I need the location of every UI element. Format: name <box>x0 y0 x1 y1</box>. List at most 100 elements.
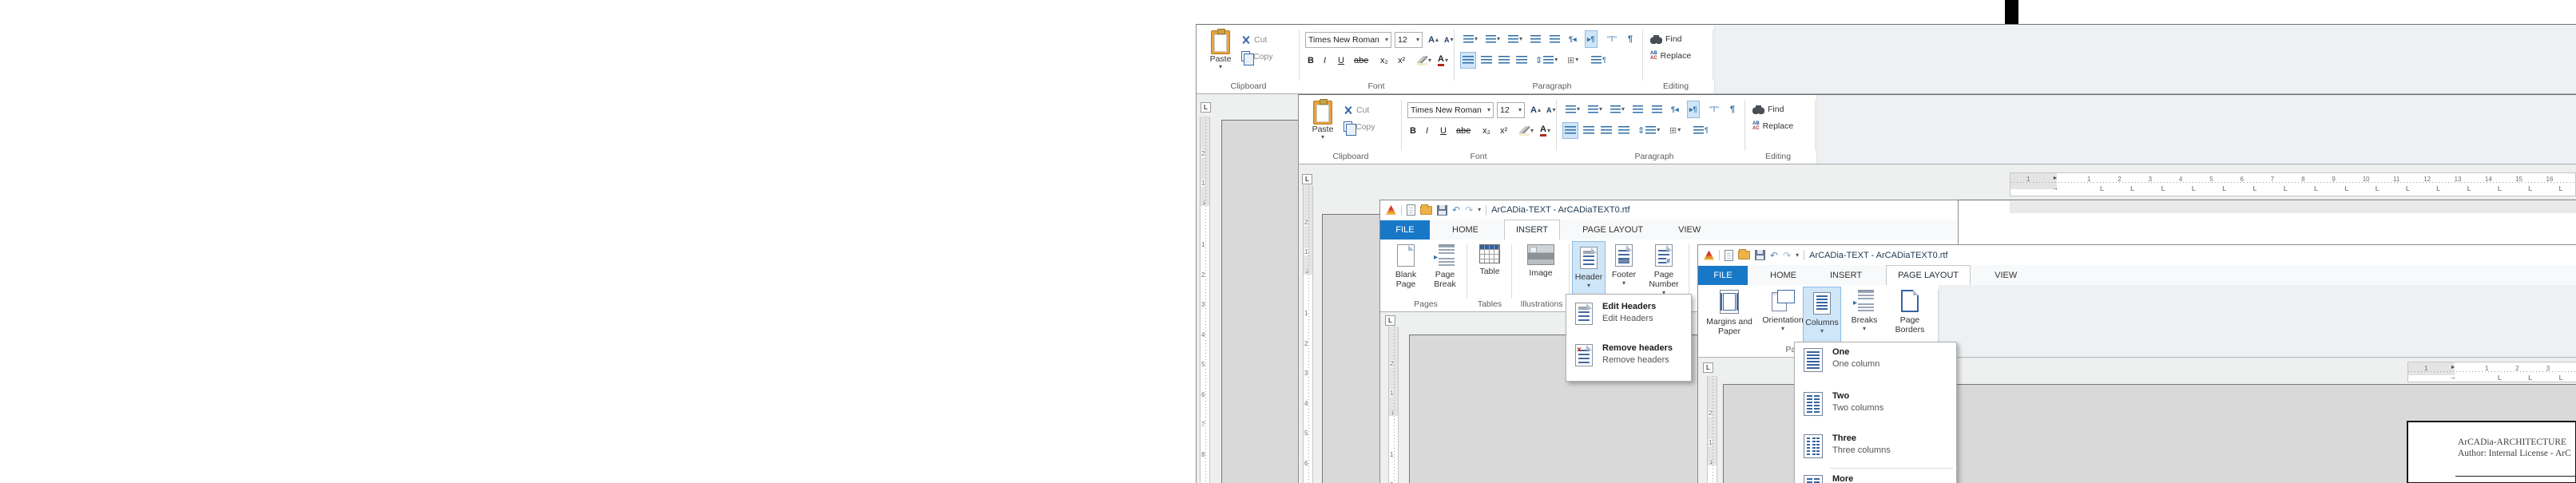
bullet-list-button[interactable]: ▾ <box>1564 102 1582 117</box>
decrease-indent-button[interactable] <box>1548 32 1562 46</box>
window1-page[interactable] <box>1221 120 1298 483</box>
menu-item-one-column[interactable]: One One column <box>1795 346 1956 385</box>
quick-access-caret-icon[interactable]: ▾ <box>1478 207 1481 213</box>
window3-tab-insert[interactable]: INSERT <box>1504 220 1560 240</box>
show-marks-button[interactable]: ¶ <box>1729 102 1737 117</box>
copy-button[interactable]: Copy <box>1241 51 1273 61</box>
open-folder-icon[interactable] <box>1738 251 1750 259</box>
window3-tab-view[interactable]: VIEW <box>1667 220 1712 240</box>
paragraph-spacing-button[interactable]: ¶ <box>1590 53 1608 67</box>
decrease-indent-button[interactable] <box>1650 102 1664 117</box>
undo-icon[interactable]: ↶ <box>1452 205 1460 215</box>
align-left-button[interactable] <box>1460 52 1476 69</box>
line-spacing-button[interactable]: ⇕▾ <box>1636 123 1661 137</box>
window4-tab-insert[interactable]: INSERT <box>1819 266 1873 285</box>
window3-tab-page-layout[interactable]: PAGE LAYOUT <box>1571 220 1654 240</box>
font-name-combo[interactable]: Times New Roman ▾ <box>1305 32 1391 48</box>
copy-button[interactable]: Copy <box>1344 121 1375 132</box>
show-marks-button[interactable]: ¶ <box>1626 32 1634 46</box>
window3-tab-home[interactable]: HOME <box>1441 220 1490 240</box>
menu-item-three-columns[interactable]: Three Three columns <box>1795 433 1956 471</box>
menu-item-remove-headers[interactable]: × Remove headers Remove headers <box>1566 342 1691 378</box>
bullet-list-button[interactable]: ▾ <box>1462 32 1479 46</box>
align-center-button[interactable] <box>1582 123 1596 137</box>
redo-icon[interactable]: ↷ <box>1465 205 1473 215</box>
underline-button[interactable]: U <box>1439 124 1448 138</box>
window2-tab-stop-selector[interactable]: L <box>1302 174 1312 184</box>
italic-button[interactable]: I <box>1322 53 1328 68</box>
window2-horizontal-ruler[interactable]: 1▸→1L2L3L4L5L6L7L8L9L10L11L12L13L14L15L1… <box>2010 172 2576 196</box>
subscript-button[interactable]: x₂ <box>1379 53 1390 68</box>
line-spacing-button[interactable]: ⇕▾ <box>1534 53 1559 67</box>
bold-button[interactable]: B <box>1408 124 1418 138</box>
window1-vertical-ruler[interactable]: 21↓12345678 <box>1200 117 1210 483</box>
window3-tab-file[interactable]: FILE <box>1380 220 1430 240</box>
undo-icon[interactable]: ↶ <box>1770 251 1778 260</box>
menu-item-two-columns[interactable]: Two Two columns <box>1795 390 1956 429</box>
rtl-paragraph-button[interactable]: ▸¶ <box>1585 30 1598 48</box>
table-button[interactable]: Table <box>1471 240 1508 307</box>
font-size-combo[interactable]: 12 ▾ <box>1395 32 1423 48</box>
window4-tab-stop-selector[interactable]: L <box>1703 362 1713 373</box>
window3-vertical-ruler[interactable]: 21↓12345678 <box>1388 327 1399 483</box>
window4-vertical-ruler[interactable]: 21↓12345678 <box>1707 376 1717 483</box>
superscript-button[interactable]: x² <box>1396 53 1407 68</box>
strikethrough-button[interactable]: abe <box>1455 124 1472 138</box>
highlight-color-button[interactable]: ▾ <box>1518 124 1535 138</box>
quotes-button[interactable]: ʺTʺ <box>1606 32 1618 46</box>
find-button[interactable]: Find <box>1650 34 1681 44</box>
align-center-button[interactable] <box>1479 53 1494 67</box>
window4-horizontal-ruler[interactable]: 1▸→1L2L3L4L5L6L7L8L9L10L11L12L13L14L15L1… <box>2407 362 2576 382</box>
new-document-icon[interactable] <box>1725 250 1733 261</box>
paragraph-spacing-button[interactable]: ¶ <box>1692 123 1710 137</box>
window2-vertical-ruler[interactable]: 21↓12345678 <box>1303 185 1313 483</box>
subscript-button[interactable]: x₂ <box>1481 124 1492 138</box>
borders-button[interactable]: ⊞▾ <box>1566 53 1580 67</box>
find-button[interactable]: Find <box>1752 105 1784 114</box>
increase-indent-button[interactable] <box>1529 32 1542 46</box>
paste-button[interactable]: Paste ▾ <box>1307 101 1339 153</box>
window4-titlebar[interactable]: ↶ ↷ ▾ ArCADia-TEXT - ArCADiaTEXT0.rtf <box>1698 245 2576 265</box>
superscript-button[interactable]: x² <box>1498 124 1509 138</box>
underline-button[interactable]: U <box>1336 53 1346 68</box>
numbered-list-button[interactable]: ▾ <box>1586 102 1604 117</box>
menu-item-edit-headers[interactable]: Edit Headers Edit Headers <box>1566 301 1691 336</box>
bold-button[interactable]: B <box>1306 53 1316 68</box>
window2-page[interactable] <box>1322 214 1379 483</box>
margins-and-paper-button[interactable]: Margins and Paper <box>1705 285 1754 352</box>
align-right-button[interactable] <box>1497 53 1511 67</box>
window4-document-page[interactable]: ArCADia-ARCHITECTURE Author: Internal Li… <box>2407 421 2576 483</box>
ltr-paragraph-button[interactable]: ¶◂ <box>1567 32 1578 46</box>
replace-button[interactable]: ABAC Replace <box>1752 121 1793 131</box>
window1-tab-stop-selector[interactable]: L <box>1201 102 1211 113</box>
multilevel-list-button[interactable]: ▾ <box>1506 32 1524 46</box>
borders-button[interactable]: ⊞▾ <box>1668 123 1682 137</box>
grow-font-button[interactable]: A▴ <box>1529 103 1542 117</box>
grow-font-button[interactable]: A▴ <box>1427 33 1440 47</box>
replace-button[interactable]: ABAC Replace <box>1650 51 1691 61</box>
quick-access-caret-icon[interactable]: ▾ <box>1796 252 1799 259</box>
window3-titlebar[interactable]: ↶ ↷ ▾ ArCADia-TEXT - ArCADiaTEXT0.rtf <box>1380 200 1958 220</box>
quotes-button[interactable]: ʺTʺ <box>1708 102 1721 117</box>
justify-button[interactable] <box>1617 123 1631 137</box>
window4-tab-home[interactable]: HOME <box>1759 266 1808 285</box>
justify-button[interactable] <box>1514 53 1529 67</box>
blank-page-button[interactable]: Blank Page <box>1388 240 1423 307</box>
window4-tab-page-layout[interactable]: PAGE LAYOUT <box>1886 265 1971 285</box>
page-break-button[interactable]: ▸ Page Break <box>1427 240 1463 307</box>
multilevel-list-button[interactable]: ▾ <box>1609 102 1626 117</box>
redo-icon[interactable]: ↷ <box>1783 251 1791 260</box>
ltr-paragraph-button[interactable]: ¶◂ <box>1669 102 1681 117</box>
window4-tab-file[interactable]: FILE <box>1698 266 1748 285</box>
font-color-button[interactable]: A ▾ <box>1538 124 1552 138</box>
open-folder-icon[interactable] <box>1420 206 1432 215</box>
save-icon[interactable] <box>1755 250 1765 260</box>
increase-indent-button[interactable] <box>1631 102 1645 117</box>
menu-item-more-columns[interactable]: More <box>1795 473 1956 483</box>
highlight-color-button[interactable]: ▾ <box>1415 53 1433 68</box>
new-document-icon[interactable] <box>1407 204 1415 216</box>
image-button[interactable]: Image <box>1516 240 1566 307</box>
paste-button[interactable]: Paste ▾ <box>1205 30 1236 83</box>
font-color-button[interactable]: A ▾ <box>1436 53 1450 68</box>
italic-button[interactable]: I <box>1424 124 1430 138</box>
